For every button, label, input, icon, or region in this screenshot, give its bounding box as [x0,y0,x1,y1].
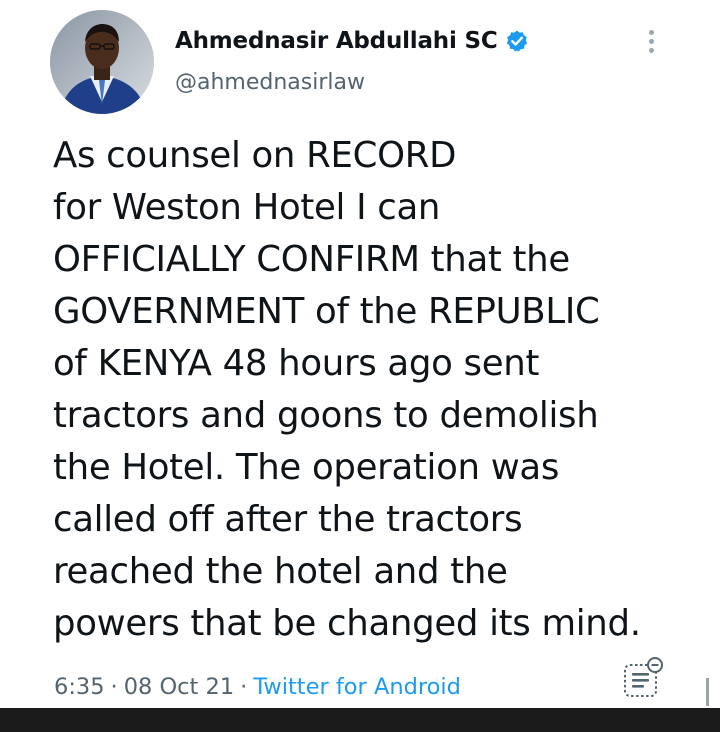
tweet-text-line: tractors and goons to demolish [53,395,599,436]
tweet-date[interactable]: 08 Oct 21 [124,674,234,700]
avatar[interactable] [50,10,154,114]
tweet-source-link[interactable]: Twitter for Android [253,674,461,700]
author-handle[interactable]: @ahmednasirlaw [175,70,365,95]
tweet-meta: 6:35 · 08 Oct 21 · Twitter for Android [54,674,461,700]
tweet-text: As counsel on RECORD for Weston Hotel I … [53,130,693,650]
tweet-time[interactable]: 6:35 [54,674,105,700]
tweet-text-line: OFFICIALLY CONFIRM that the [53,239,570,280]
tweet-text-line: reached the hotel and the [53,551,508,592]
tweet-text-line: the Hotel. The operation was [53,447,560,488]
tweet-card[interactable]: Ahmednasir Abdullahi SC @ahmednasirlaw A… [0,0,720,708]
verified-badge-icon [505,29,529,53]
tweet-text-line: powers that be changed its mind. [53,603,641,644]
scroll-indicator [706,678,709,706]
tweet-text-line: called off after the tractors [53,499,523,540]
more-vertical-icon[interactable] [640,26,664,56]
system-navigation-bar [0,708,720,732]
author-name-row[interactable]: Ahmednasir Abdullahi SC [175,24,529,58]
meta-separator: · [240,674,248,700]
display-name[interactable]: Ahmednasir Abdullahi SC [175,28,498,54]
tweet-text-line: of KENYA 48 hours ago sent [53,343,540,384]
tweet-text-line: for Weston Hotel I can [53,187,441,228]
meta-separator: · [110,674,118,700]
tweet-text-line: As counsel on RECORD [53,135,457,176]
view-analytics-icon[interactable] [622,656,666,700]
tweet-text-line: GOVERNMENT of the REPUBLIC [53,291,600,332]
